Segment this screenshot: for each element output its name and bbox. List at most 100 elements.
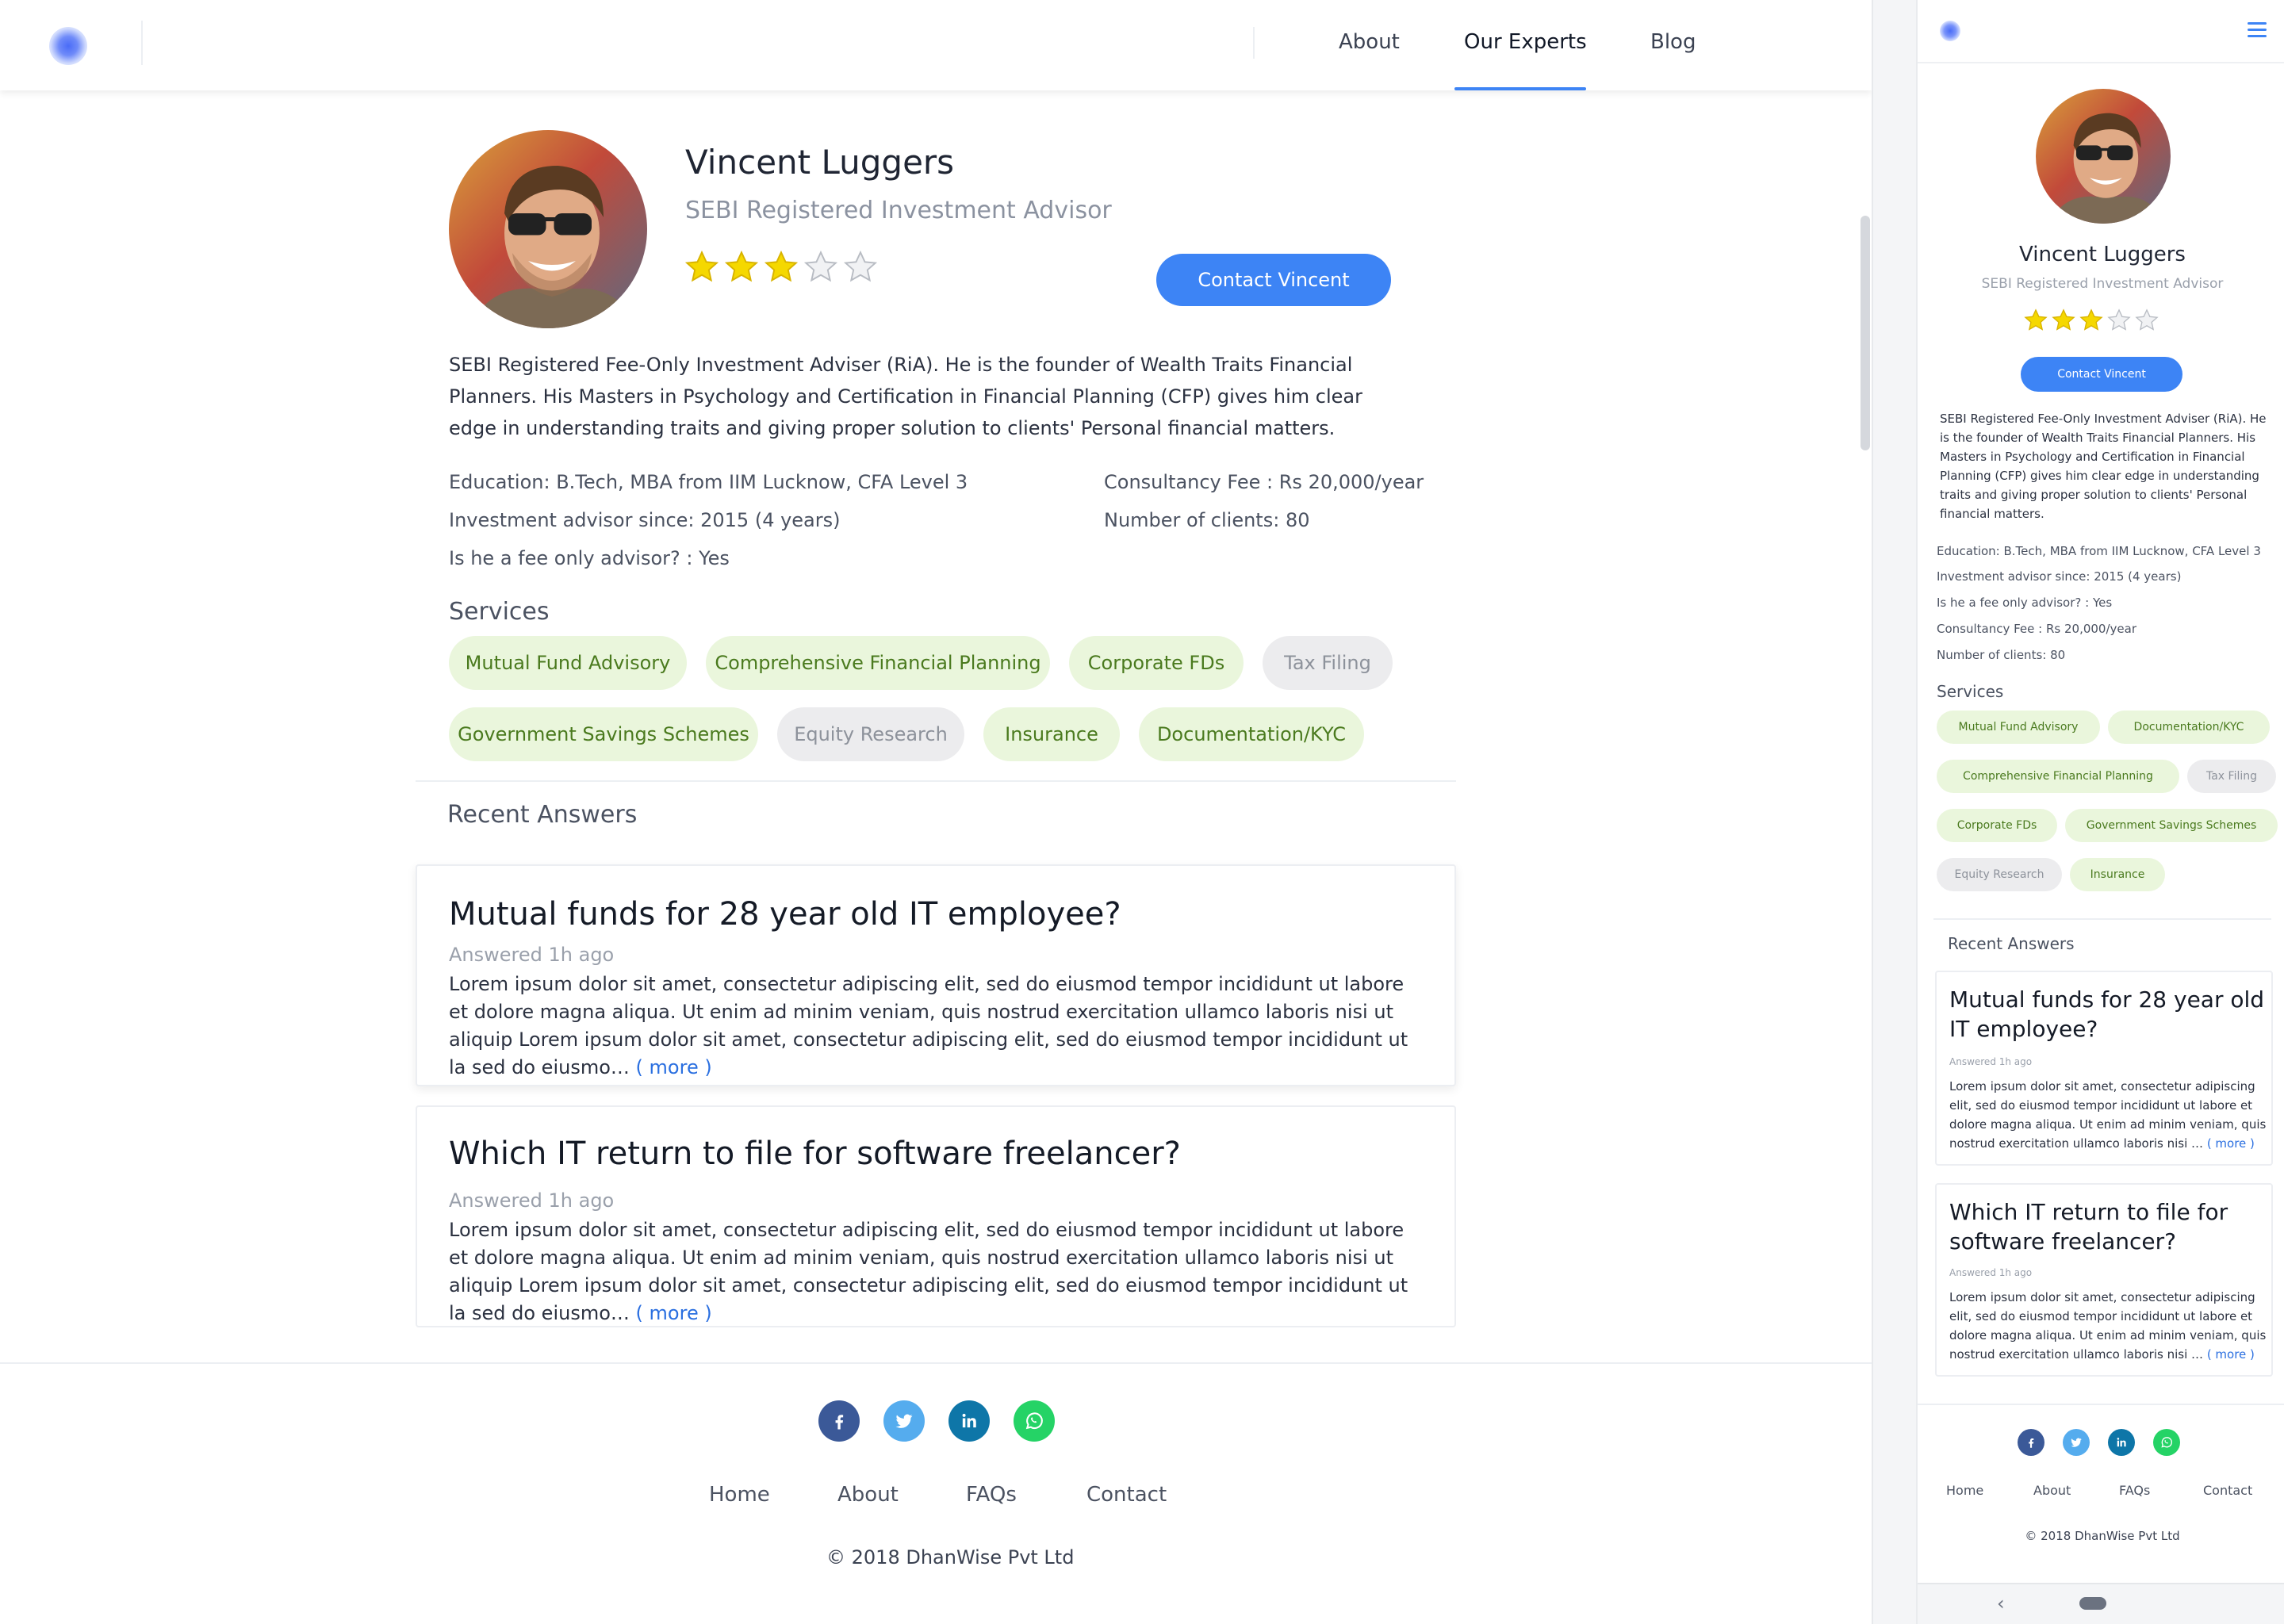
footer-contact-link[interactable]: Contact: [1086, 1483, 1167, 1507]
service-chip[interactable]: Mutual Fund Advisory: [449, 636, 687, 690]
nav-blog[interactable]: Blog: [1650, 30, 1696, 54]
whatsapp-icon[interactable]: [1014, 1400, 1055, 1442]
answer-timestamp: Answered 1h ago: [1949, 1056, 2033, 1067]
recent-answers-heading: Recent Answers: [1948, 934, 2075, 953]
answer-question[interactable]: Mutual funds for 28 year old IT employee…: [449, 896, 1121, 933]
answer-text: Lorem ipsum dolor sit amet, consectetur …: [449, 1219, 1408, 1324]
contact-expert-button[interactable]: Contact Vincent: [1156, 254, 1391, 306]
linkedin-icon[interactable]: [2108, 1429, 2135, 1456]
whatsapp-icon[interactable]: [2153, 1429, 2180, 1456]
logo-divider: [141, 21, 143, 65]
desktop-view: About Our Experts Blog Vincent Luggers S…: [0, 0, 1872, 1624]
rating-stars: [2023, 308, 2159, 333]
service-chip[interactable]: Equity Research: [1937, 858, 2062, 891]
education-detail: Education: B.Tech, MBA from IIM Lucknow,…: [1937, 544, 2261, 558]
mobile-screen: Vincent Luggers SEBI Registered Investme…: [1916, 0, 2284, 1624]
service-chip[interactable]: Comprehensive Financial Planning: [706, 636, 1050, 690]
copyright-text: © 2018 DhanWise Pvt Ltd: [826, 1546, 1075, 1568]
service-chip[interactable]: Corporate FDs: [1937, 809, 2057, 842]
service-chip[interactable]: Equity Research: [777, 707, 964, 761]
service-chip[interactable]: Government Savings Schemes: [449, 707, 758, 761]
footer-about-link[interactable]: About: [837, 1483, 899, 1507]
answer-timestamp: Answered 1h ago: [449, 944, 615, 966]
contact-expert-button[interactable]: Contact Vincent: [2021, 357, 2182, 392]
star-empty-icon: [803, 250, 838, 282]
service-chip[interactable]: Mutual Fund Advisory: [1937, 710, 2100, 744]
education-detail: Education: B.Tech, MBA from IIM Lucknow,…: [449, 471, 968, 493]
page-scrollbar[interactable]: [1861, 216, 1870, 450]
footer-home-link[interactable]: Home: [709, 1483, 770, 1507]
service-chip[interactable]: Government Savings Schemes: [2065, 809, 2278, 842]
service-chip[interactable]: Insurance: [2070, 858, 2165, 891]
section-divider: [1933, 918, 2271, 920]
answer-card[interactable]: Which IT return to file for software fre…: [1935, 1183, 2273, 1377]
expert-name: Vincent Luggers: [2019, 243, 2186, 266]
brand-logo[interactable]: [1940, 21, 1960, 41]
answer-timestamp: Answered 1h ago: [1949, 1267, 2033, 1278]
linkedin-icon[interactable]: [948, 1400, 990, 1442]
rating-stars: [684, 249, 879, 285]
footer-home-link[interactable]: Home: [1946, 1483, 1983, 1498]
answer-excerpt: Lorem ipsum dolor sit amet, consectetur …: [449, 971, 1408, 1082]
mobile-system-bar: ‹: [1918, 1583, 2284, 1624]
answer-card[interactable]: Which IT return to file for software fre…: [416, 1105, 1456, 1327]
footer-about-link[interactable]: About: [2033, 1483, 2071, 1498]
copyright-text: © 2018 DhanWise Pvt Ltd: [2025, 1529, 2180, 1543]
expert-avatar: [449, 130, 647, 328]
answer-card[interactable]: Mutual funds for 28 year old IT employee…: [416, 864, 1456, 1086]
footer-divider: [1918, 1404, 2284, 1405]
answer-timestamp: Answered 1h ago: [449, 1189, 615, 1212]
twitter-icon[interactable]: [2063, 1429, 2090, 1456]
service-chip[interactable]: Documentation/KYC: [1139, 707, 1364, 761]
advisor-since-detail: Investment advisor since: 2015 (4 years): [1937, 569, 2182, 584]
answer-card[interactable]: Mutual funds for 28 year old IT employee…: [1935, 971, 2273, 1166]
consultancy-fee-detail: Consultancy Fee : Rs 20,000/year: [1937, 622, 2136, 636]
top-navbar: About Our Experts Blog: [0, 0, 1872, 90]
service-chip[interactable]: Documentation/KYC: [2108, 710, 2270, 744]
twitter-icon[interactable]: [883, 1400, 925, 1442]
nav-our-experts[interactable]: Our Experts: [1464, 30, 1587, 54]
expert-bio: SEBI Registered Fee-Only Investment Advi…: [449, 354, 1362, 439]
fee-only-detail: Is he a fee only advisor? : Yes: [1937, 596, 2113, 610]
consultancy-fee-detail: Consultancy Fee : Rs 20,000/year: [1104, 471, 1424, 493]
more-link[interactable]: ( more ): [636, 1302, 712, 1324]
advisor-since-detail: Investment advisor since: 2015 (4 years): [449, 509, 841, 531]
section-divider: [416, 780, 1456, 782]
service-chip[interactable]: Tax Filing: [2187, 760, 2276, 793]
mobile-navbar: [1918, 0, 2284, 63]
service-chip[interactable]: Tax Filing: [1263, 636, 1393, 690]
answer-question[interactable]: Which IT return to file for software fre…: [1949, 1197, 2267, 1256]
star-empty-icon: [2135, 308, 2159, 331]
answer-excerpt: Lorem ipsum dolor sit amet, consectetur …: [449, 1216, 1408, 1327]
star-filled-icon: [2052, 308, 2075, 331]
more-link[interactable]: ( more ): [2207, 1347, 2255, 1362]
home-indicator[interactable]: [2079, 1597, 2106, 1610]
more-link[interactable]: ( more ): [636, 1056, 712, 1078]
star-filled-icon: [724, 250, 759, 282]
service-chip[interactable]: Insurance: [983, 707, 1120, 761]
fee-only-detail: Is he a fee only advisor? : Yes: [449, 547, 730, 569]
expert-title: SEBI Registered Investment Advisor: [685, 197, 1112, 224]
service-chip[interactable]: Corporate FDs: [1069, 636, 1244, 690]
hamburger-menu-icon[interactable]: [2248, 22, 2267, 38]
footer-contact-link[interactable]: Contact: [2203, 1483, 2252, 1498]
answer-question[interactable]: Which IT return to file for software fre…: [449, 1136, 1181, 1172]
expert-avatar: [2036, 89, 2171, 224]
expert-bio: SEBI Registered Fee-Only Investment Advi…: [1940, 412, 2267, 521]
answer-question[interactable]: Mutual funds for 28 year old IT employee…: [1949, 985, 2267, 1044]
clients-count-detail: Number of clients: 80: [1937, 648, 2066, 662]
brand-logo[interactable]: [49, 27, 87, 65]
expert-name: Vincent Luggers: [685, 143, 955, 182]
back-chevron-icon[interactable]: ‹: [1997, 1592, 2005, 1614]
star-filled-icon: [764, 250, 799, 282]
footer-faqs-link[interactable]: FAQs: [966, 1483, 1017, 1507]
facebook-icon[interactable]: [818, 1400, 860, 1442]
star-empty-icon: [843, 250, 878, 282]
clients-count-detail: Number of clients: 80: [1104, 509, 1310, 531]
nav-about[interactable]: About: [1339, 30, 1400, 54]
service-chip[interactable]: Comprehensive Financial Planning: [1937, 760, 2179, 793]
more-link[interactable]: ( more ): [2207, 1136, 2255, 1151]
footer-faqs-link[interactable]: FAQs: [2119, 1483, 2150, 1498]
facebook-icon[interactable]: [2018, 1429, 2044, 1456]
answer-excerpt: Lorem ipsum dolor sit amet, consectetur …: [1949, 1288, 2267, 1364]
